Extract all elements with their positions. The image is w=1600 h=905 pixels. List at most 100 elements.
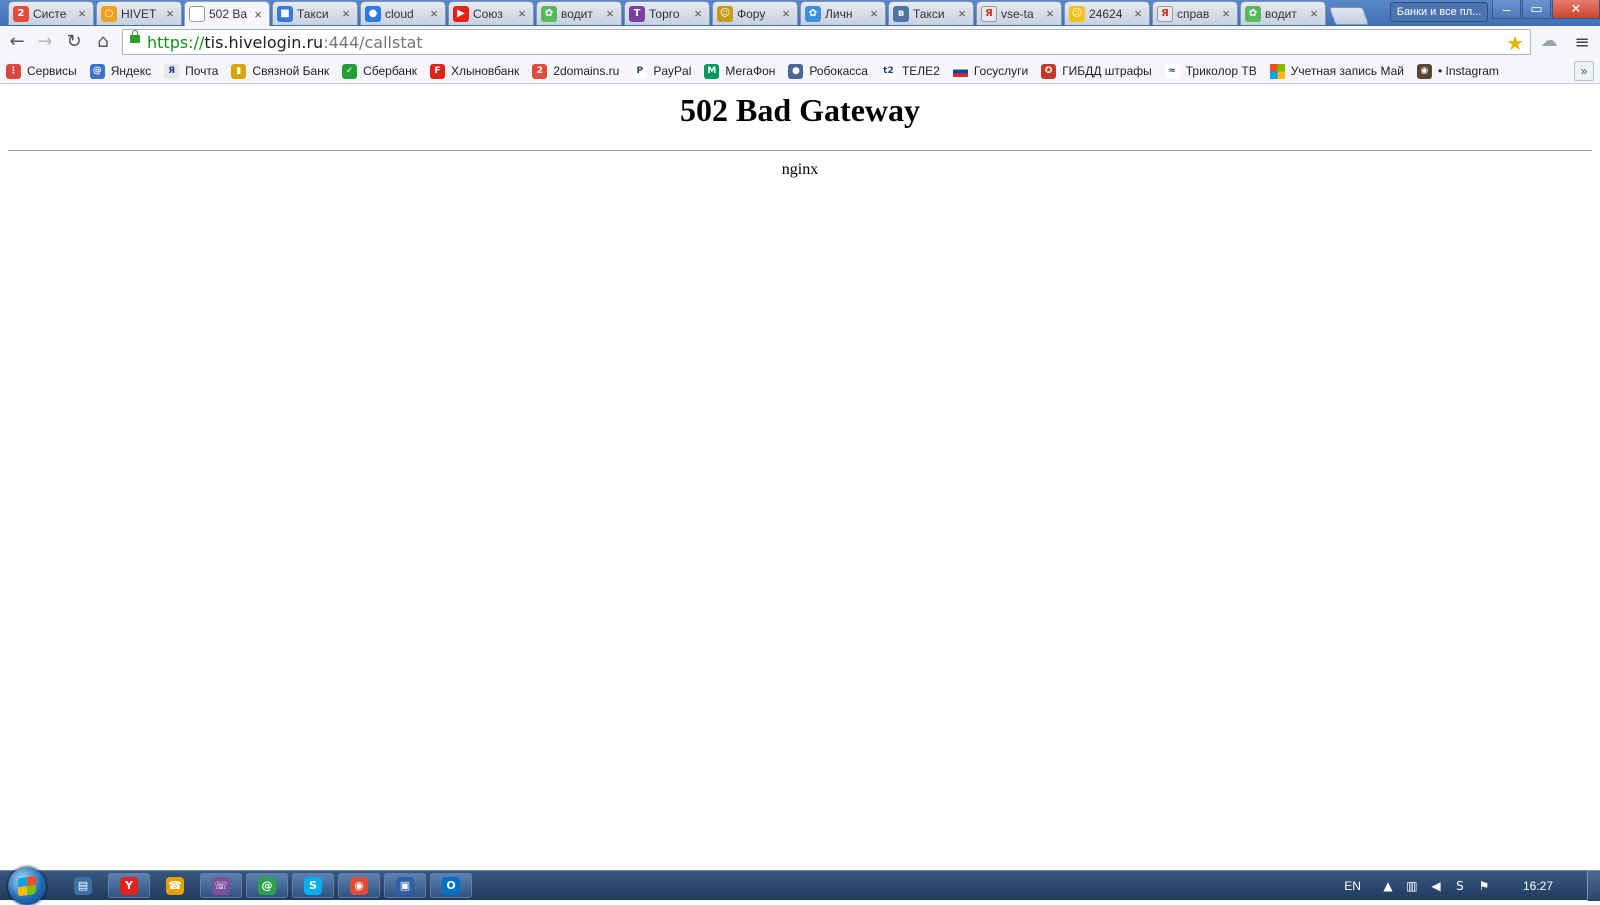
bookmark-item[interactable]: Я Почта [164, 63, 218, 79]
tab-close-icon[interactable]: × [339, 6, 353, 21]
tab[interactable]: Ясправ × [1152, 1, 1238, 25]
profile-button[interactable]: Банки и все пл... [1390, 2, 1488, 22]
bookmark-item[interactable]: М МегаФон [704, 63, 776, 79]
bank-icon: ▮ [231, 63, 247, 79]
tab[interactable]: ● cloud × [360, 1, 446, 25]
bookmark-item[interactable]: P PayPal [632, 63, 692, 79]
tab-close-icon[interactable]: × [75, 6, 89, 21]
tab[interactable]: ■ Такси × [272, 1, 358, 25]
taskbar-app[interactable]: ◉ [338, 873, 380, 898]
home-icon: ⌂ [97, 31, 109, 52]
tab[interactable]: 502 Ba × [184, 1, 270, 26]
tab-close-icon[interactable]: × [867, 6, 881, 21]
bookmark-item[interactable]: ● Робокасса [788, 63, 868, 79]
arrow-left-icon: ← [9, 31, 25, 52]
tab[interactable]: 2 Систе × [8, 1, 94, 25]
bookmark-item[interactable]: ◉ • Instagram [1416, 63, 1499, 79]
bookmark-item[interactable]: Госуслуги [952, 64, 1028, 78]
minimize-button[interactable]: – [1492, 0, 1521, 19]
tab-close-icon[interactable]: × [1219, 6, 1233, 21]
bookmark-item[interactable]: F Хлыновбанк [429, 63, 519, 79]
bookmark-label: PayPal [653, 64, 692, 78]
bookmark-item[interactable]: ▮ Связной Банк [231, 63, 329, 79]
close-window-button[interactable]: ✕ [1552, 0, 1600, 19]
outlook-icon: O [442, 876, 460, 895]
url-text[interactable]: https://tis.hivelogin.ru:444/callstat [147, 33, 423, 52]
tab-close-icon[interactable]: × [1043, 6, 1057, 21]
taskbar-app[interactable]: Y [108, 873, 150, 898]
taskbar-app[interactable]: ▤ [62, 873, 104, 898]
address-bar[interactable]: https://tis.hivelogin.ru:444/callstat ★ [122, 29, 1531, 55]
page-content: 502 Bad Gateway nginx [0, 84, 1600, 870]
skype-tray-icon[interactable]: S [1451, 878, 1469, 894]
tab-close-icon[interactable]: × [691, 6, 705, 21]
tab-close-icon[interactable]: × [603, 6, 617, 21]
language-indicator[interactable]: EN [1344, 879, 1361, 893]
tab[interactable]: ✿ водит × [1240, 1, 1326, 25]
volume-icon[interactable]: ◀ [1427, 878, 1445, 894]
tab[interactable]: T Торго × [624, 1, 710, 25]
tab-close-icon[interactable]: × [779, 6, 793, 21]
2domains-icon: 2 [532, 63, 548, 79]
tab-strip: 2 Систе × ○ HIVET × 502 Ba × ■ Такси × ● cloud × ▶ Союз… [8, 1, 1370, 26]
document-icon [189, 6, 205, 22]
2gis-icon: 2 [13, 5, 29, 22]
bookmark-item[interactable]: ⋮ Сервисы [6, 63, 77, 79]
bookmark-item[interactable]: t2 ТЕЛЕ2 [880, 63, 940, 79]
bookmark-star-icon[interactable]: ★ [1506, 31, 1524, 55]
youtube-icon: ▶ [453, 5, 469, 22]
tab-close-icon[interactable]: × [1307, 6, 1321, 21]
network-icon[interactable]: ▥ [1403, 878, 1421, 894]
bookmark-label: ГИБДД штрафы [1062, 64, 1152, 78]
bookmark-item[interactable]: ✪ ГИБДД штрафы [1041, 63, 1152, 79]
taskbar-app[interactable]: O [430, 873, 472, 898]
tab-close-icon[interactable]: × [251, 7, 265, 22]
bookmark-item[interactable]: ≈ Триколор ТВ [1164, 63, 1257, 79]
tab-close-icon[interactable]: × [515, 6, 529, 21]
tab[interactable]: ☺ 24624 × [1064, 1, 1150, 25]
home-button[interactable]: ⌂ [92, 31, 114, 53]
bookmark-label: МегаФон [725, 64, 776, 78]
clock[interactable]: 16:27 [1523, 879, 1553, 893]
extension-cloud-icon[interactable]: ☁ [1538, 31, 1560, 53]
back-button[interactable]: ← [6, 31, 28, 53]
bookmark-item[interactable]: Учетная запись Май [1269, 63, 1404, 79]
tab[interactable]: ✿ Личн × [800, 1, 886, 25]
bookmark-item[interactable]: @ Яндекс [89, 63, 151, 79]
taskbar-app[interactable]: @ [246, 873, 288, 898]
taskbar-app[interactable]: ☏ [200, 873, 242, 898]
maximize-button[interactable]: ▭ [1522, 0, 1551, 19]
tab-close-icon[interactable]: × [427, 6, 441, 21]
tab-title: водит [561, 6, 593, 21]
tab-title: 24624 [1089, 6, 1123, 21]
messenger-icon: @ [258, 876, 276, 895]
start-button[interactable] [8, 867, 46, 905]
new-tab-button[interactable] [1328, 7, 1370, 25]
green-dots-icon: ✿ [1245, 5, 1261, 22]
taskbar-app[interactable]: ☎ [154, 873, 196, 898]
tab[interactable]: Яvse-ta × [976, 1, 1062, 25]
tab[interactable]: ▶ Союз × [448, 1, 534, 25]
forward-button[interactable]: → [34, 31, 56, 53]
taskbar-app[interactable]: S [292, 873, 334, 898]
tab-title: Такси [913, 6, 945, 21]
bookmarks-overflow-button[interactable]: » [1574, 61, 1594, 81]
tab[interactable]: ☺ Фору × [712, 1, 798, 25]
show-desktop-button[interactable] [1587, 871, 1600, 901]
location-pin-icon: ● [365, 5, 381, 22]
tab[interactable]: ✿ водит × [536, 1, 622, 25]
tab-close-icon[interactable]: × [955, 6, 969, 21]
tab[interactable]: в Такси × [888, 1, 974, 25]
t-icon: T [629, 5, 645, 22]
reload-button[interactable]: ↻ [63, 31, 85, 53]
bookmark-item[interactable]: ✓ Сбербанк [342, 63, 417, 79]
tab[interactable]: ○ HIVET × [96, 1, 182, 25]
bookmark-item[interactable]: 2 2domains.ru [532, 63, 619, 79]
taskbar-app[interactable]: ▣ [384, 873, 426, 898]
tab-close-icon[interactable]: × [163, 6, 177, 21]
show-hidden-icon[interactable]: ▲ [1379, 878, 1397, 894]
smile-icon: ☺ [1069, 5, 1085, 22]
menu-hamburger-icon[interactable]: ≡ [1572, 32, 1592, 54]
tab-close-icon[interactable]: × [1131, 6, 1145, 21]
flag-alert-icon[interactable]: ⚑ [1475, 878, 1493, 894]
